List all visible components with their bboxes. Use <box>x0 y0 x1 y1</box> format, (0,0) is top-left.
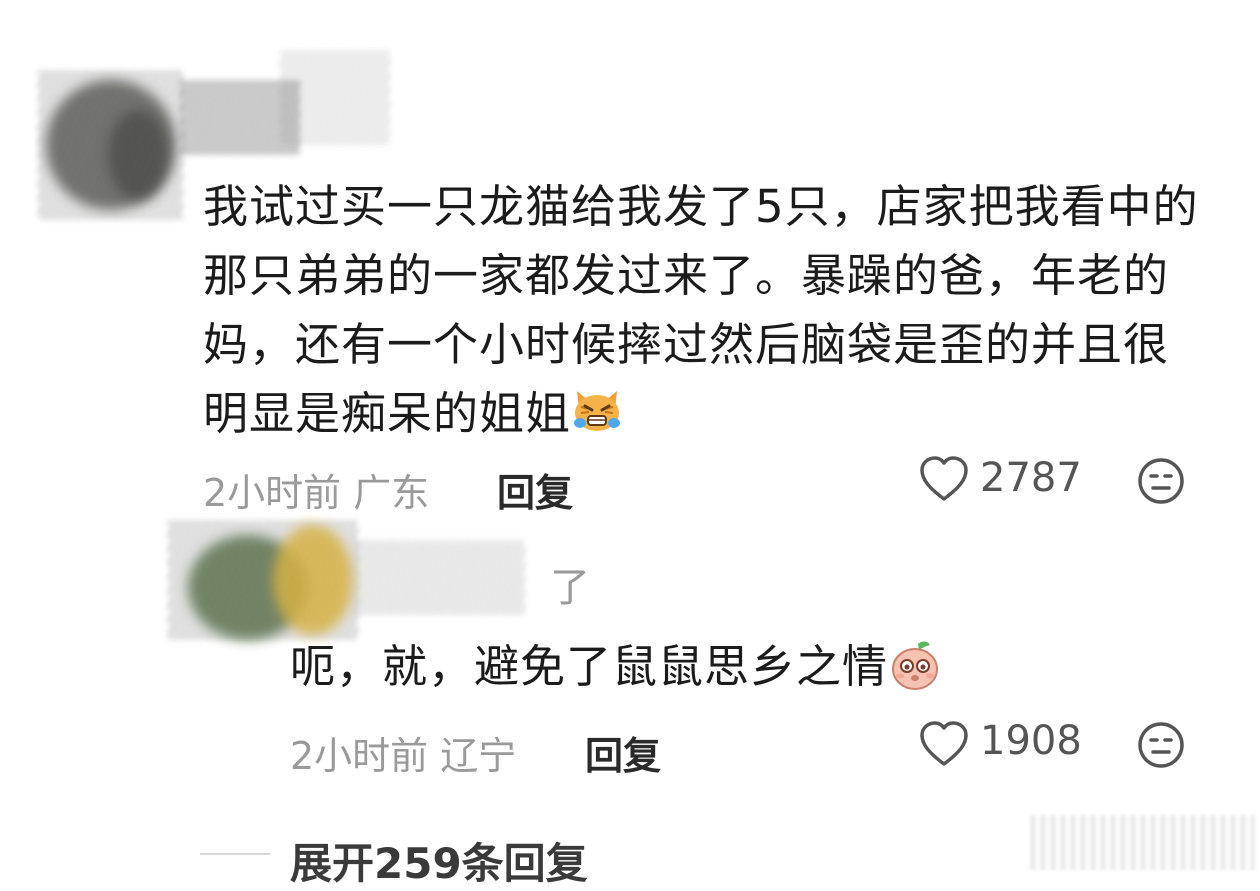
commenter-avatar[interactable] <box>38 70 183 220</box>
comment-timestamp: 2小时前 广东 <box>203 471 430 515</box>
dislike-face-icon[interactable] <box>1136 456 1186 506</box>
watermark <box>1030 815 1255 870</box>
reply-body: 呃，就，避免了鼠鼠思乡之情 <box>290 630 942 703</box>
reply-reply-button[interactable]: 回复 <box>585 725 661 780</box>
comment-like-count: 2787 <box>980 455 1082 501</box>
reply-like-heart-icon[interactable] <box>918 720 970 768</box>
reply-timestamp: 2小时前 辽宁 <box>290 734 517 778</box>
comment-body: 我试过买一只龙猫给我发了5只，店家把我看中的那只弟弟的一家都发过来了。暴躁的爸，… <box>203 172 1213 452</box>
comment-text: 我试过买一只龙猫给我发了5只，店家把我看中的那只弟弟的一家都发过来了。暴躁的爸，… <box>203 180 1199 440</box>
reply-like-count: 1908 <box>980 718 1082 764</box>
comment-location: 广东 <box>353 471 430 515</box>
replier-name-fragment: 了 <box>550 565 590 611</box>
replier-username[interactable]: 了 <box>355 535 595 615</box>
reply-location: 辽宁 <box>440 734 517 778</box>
like-heart-icon[interactable] <box>918 455 970 503</box>
comment-reply-button[interactable]: 回复 <box>497 462 573 517</box>
reply-text: 呃，就，避免了鼠鼠思乡之情 <box>290 640 889 693</box>
crying-cat-emoji <box>571 383 623 452</box>
commenter-username[interactable] <box>180 50 395 160</box>
pleading-peach-emoji <box>888 638 942 703</box>
expand-replies-button[interactable]: 展开259条回复 <box>290 830 588 891</box>
reply-dislike-face-icon[interactable] <box>1136 720 1186 770</box>
expand-divider <box>200 853 270 855</box>
replier-avatar[interactable] <box>168 520 358 640</box>
